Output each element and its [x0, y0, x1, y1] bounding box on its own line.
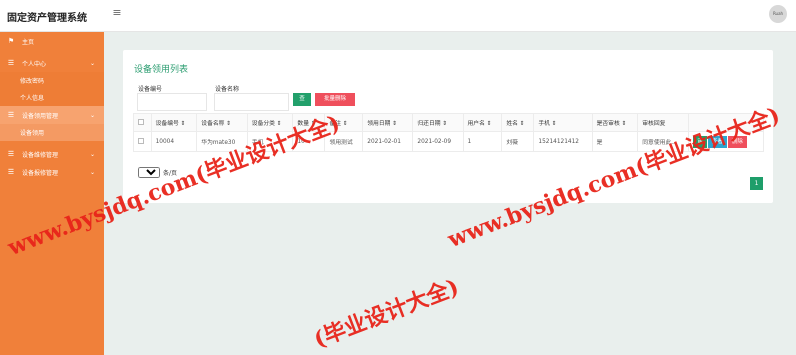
list-icon: ☰ — [7, 150, 15, 158]
table-cell: 10004 — [150, 131, 198, 152]
sidebar-item-label: 设备报修管理 — [22, 169, 59, 177]
sidebar-item-label: 设备维修管理 — [22, 151, 59, 159]
table-cell: 刘薇 — [501, 131, 535, 152]
equipment-name-input[interactable] — [214, 93, 289, 111]
table-cell: 是 — [591, 131, 639, 152]
sidebar-item-personal-center[interactable]: ☰ 个人中心 ⌄ — [0, 54, 104, 72]
column-header[interactable]: 设备编号 ⇕ — [150, 113, 198, 132]
batch-delete-button[interactable]: 批量删除 — [315, 93, 355, 106]
sidebar-subitem-change-password[interactable]: 修改密码 — [0, 72, 104, 89]
column-header[interactable]: 手机 ⇕ — [533, 113, 593, 132]
column-header: 审核回复 — [637, 113, 690, 132]
sidebar-item-equipment-repair[interactable]: ☰ 设备维修管理 ⌄ — [0, 145, 104, 163]
app-title: 固定资产管理系统 — [7, 13, 87, 24]
chevron-down-icon: ⌄ — [90, 150, 96, 158]
table-cell: 15214121412 — [533, 131, 593, 152]
hamburger-menu-icon[interactable]: ≡ — [112, 7, 122, 18]
column-header[interactable]: 是否审核 ⇕ — [591, 113, 639, 132]
chevron-down-icon: ⌄ — [90, 59, 96, 67]
sidebar: ⚑ 主页 ☰ 个人中心 ⌄ 修改密码 个人信息 ☰ 设备领用管理 ⌄ 设备领用 … — [0, 32, 104, 355]
list-icon: ☰ — [7, 111, 15, 119]
chevron-down-icon: ⌄ — [90, 168, 96, 176]
row-checkbox-cell[interactable] — [133, 131, 152, 152]
select-all-checkbox-cell[interactable] — [133, 113, 152, 132]
checkbox[interactable] — [138, 119, 144, 126]
column-header[interactable]: 用户名 ⇕ — [462, 113, 503, 132]
sidebar-item-label: 主页 — [22, 38, 35, 46]
sidebar-item-label: 设备领用管理 — [22, 112, 59, 120]
page-title: 设备领用列表 — [134, 65, 189, 75]
sidebar-subitem-equipment-usage[interactable]: 设备领用 — [0, 124, 104, 141]
column-header[interactable]: 设备名称 ⇕ — [196, 113, 248, 132]
flag-icon: ⚑ — [7, 37, 15, 45]
table-cell: 1 — [462, 131, 503, 152]
list-icon: ☰ — [7, 59, 15, 67]
filter-label-equipment-name: 设备名称 — [215, 86, 240, 93]
search-button[interactable]: 查 — [293, 93, 311, 106]
column-header[interactable]: 领用日期 ⇕ — [362, 113, 414, 132]
watermark-text: (毕业设计大全) — [310, 274, 463, 354]
chevron-down-icon: ⌄ — [90, 111, 96, 119]
table-cell: 2021-02-09 — [412, 131, 464, 152]
table-cell: 2021-02-01 — [362, 131, 414, 152]
sidebar-subitem-personal-info[interactable]: 个人信息 — [0, 89, 104, 106]
sidebar-item-equipment-usage[interactable]: ☰ 设备领用管理 ⌄ — [0, 106, 104, 124]
avatar[interactable]: Ruah — [769, 5, 787, 23]
sidebar-item-equipment-report[interactable]: ☰ 设备报修管理 ⌄ — [0, 163, 104, 181]
list-icon: ☰ — [7, 168, 15, 176]
column-header[interactable]: 归还日期 ⇕ — [412, 113, 464, 132]
pagination-page-button[interactable]: 1 — [750, 177, 763, 190]
column-header[interactable]: 姓名 ⇕ — [501, 113, 535, 132]
equipment-no-input[interactable] — [137, 93, 207, 111]
sidebar-item-label: 个人中心 — [22, 60, 47, 68]
sidebar-item-home[interactable]: ⚑ 主页 — [0, 32, 104, 50]
filter-label-equipment-no: 设备编号 — [138, 86, 163, 93]
table-header-row: 设备编号 ⇕ 设备名称 ⇕ 设备分类 ⇕ 数量 ⇕ 备注 ⇕ 领用日期 ⇕ 归还… — [133, 113, 764, 132]
top-bar: 固定资产管理系统 ≡ Ruah — [0, 0, 796, 32]
checkbox[interactable] — [138, 138, 144, 145]
